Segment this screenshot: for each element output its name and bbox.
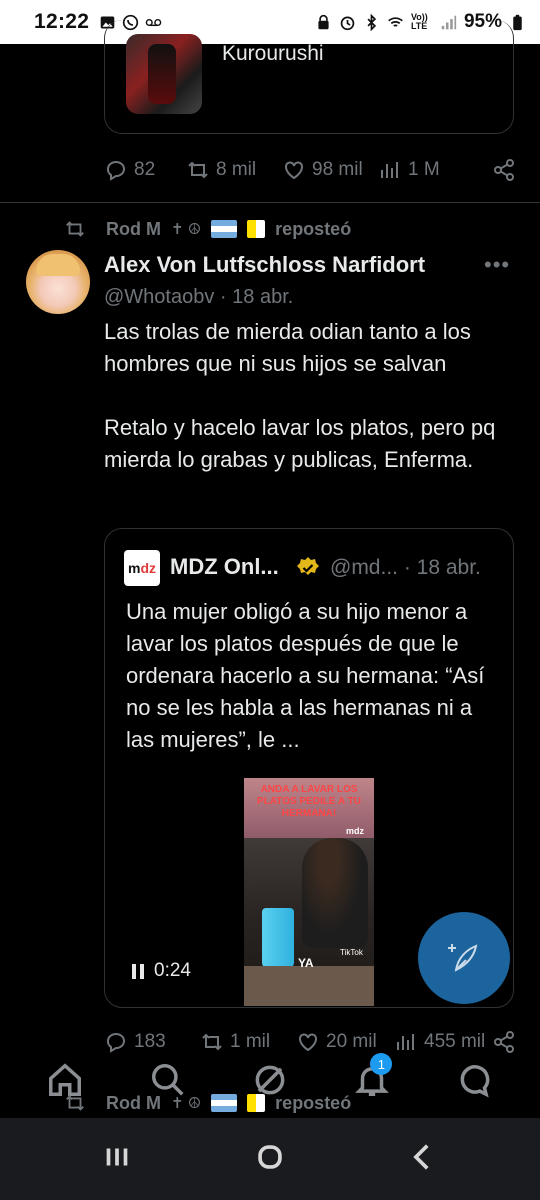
recent-apps-button[interactable] [100, 1140, 134, 1179]
back-button[interactable] [406, 1140, 440, 1179]
video-watermark: mdz [346, 826, 364, 836]
nav-messages[interactable] [445, 1061, 505, 1099]
repost-label: reposteó [275, 1092, 352, 1113]
reply-count: 82 [134, 159, 156, 180]
previous-quote-thumbnail[interactable] [126, 34, 202, 114]
argentina-flag-icon [211, 1094, 238, 1112]
video-person [302, 838, 368, 948]
repost-header[interactable]: Rod M ✝︎ ☮︎ reposteó [64, 218, 351, 240]
heart-icon [285, 161, 303, 180]
repost-user: Rod M [106, 218, 161, 239]
video-thumbnail[interactable]: ANDA A LAVAR LOS PLATOS PEDILE A TU HERM… [244, 778, 374, 1006]
verified-badge-icon [297, 557, 319, 575]
quote-author-name: MDZ Onl... [170, 554, 279, 579]
reply-icon [107, 161, 125, 181]
video-overlay-text: ANDA A LAVAR LOS PLATOS PEDILE A TU HERM… [257, 784, 361, 819]
repost-button[interactable]: 8 mil [186, 158, 282, 182]
mdz-logo-m: m [127, 560, 141, 576]
video-floor [244, 966, 374, 1006]
author-handle[interactable]: @Whotaobv [104, 286, 214, 308]
more-options-icon[interactable]: ••• [484, 252, 510, 278]
vatican-flag-icon [247, 1094, 266, 1112]
repost-icon [66, 1095, 84, 1111]
quote-text: Una mujer obligó a su hijo menor a lavar… [126, 599, 485, 752]
avatar[interactable] [26, 250, 90, 314]
vatican-flag-icon [247, 220, 266, 238]
status-time: 12:22 [34, 10, 90, 33]
quote-handle-date: @md... · 18 abr. [330, 556, 481, 579]
nav-notifications[interactable]: 1 [342, 1053, 402, 1099]
argentina-flag-icon [211, 220, 238, 238]
repost-header-next[interactable]: Rod M ✝︎ ☮︎ reposteó [64, 1092, 351, 1114]
chat-icon [460, 1065, 490, 1098]
tweet-text: Las trolas de mierda odian tanto a los h… [104, 319, 496, 472]
like-button[interactable]: 98 mil [282, 158, 378, 182]
tiktok-watermark: TikTok [340, 948, 363, 957]
video-controls: 0:24 [132, 960, 191, 982]
tweet-date: · 18 abr. [219, 286, 294, 308]
author-handle-date: @Whotaobv · 18 abr. [104, 286, 293, 309]
recent-apps-icon [106, 1148, 127, 1165]
reply-button[interactable]: 82 [104, 158, 186, 182]
tweet-divider [0, 202, 540, 203]
feather-plus-icon [448, 944, 478, 972]
compose-button[interactable] [418, 912, 510, 1004]
author-name[interactable]: Alex Von Lutfschloss Narfidort [104, 252, 425, 278]
repost-count: 8 mil [216, 159, 257, 180]
system-navigation-bar [0, 1118, 540, 1200]
repost-user: Rod M [106, 1092, 161, 1113]
previous-quote-name: Kurourushi [222, 42, 324, 65]
views-count: 1 M [408, 159, 440, 180]
video-time: 0:24 [154, 960, 191, 981]
video-caption: YA [298, 956, 314, 970]
home-system-button[interactable] [253, 1140, 287, 1179]
tweet-actions-previous: 82 8 mil 98 mil 1 M [104, 150, 516, 190]
share-icon [494, 159, 514, 181]
mdz-logo: m dz [124, 550, 160, 586]
views-button[interactable]: 1 M [378, 158, 478, 182]
repost-label: reposteó [275, 218, 352, 239]
share-button[interactable] [492, 158, 516, 182]
repost-symbols: ✝︎ ☮︎ [170, 1095, 202, 1112]
repost-icon [188, 161, 208, 179]
back-chevron-icon [413, 1143, 429, 1170]
home-circle-icon [258, 1144, 282, 1169]
pause-icon[interactable] [132, 963, 144, 979]
views-icon [381, 162, 398, 178]
like-count: 98 mil [312, 159, 363, 180]
repost-symbols: ✝︎ ☮︎ [170, 221, 202, 238]
mdz-logo-dz: dz [140, 560, 156, 576]
video-cup [262, 908, 294, 970]
repost-icon [66, 221, 84, 237]
